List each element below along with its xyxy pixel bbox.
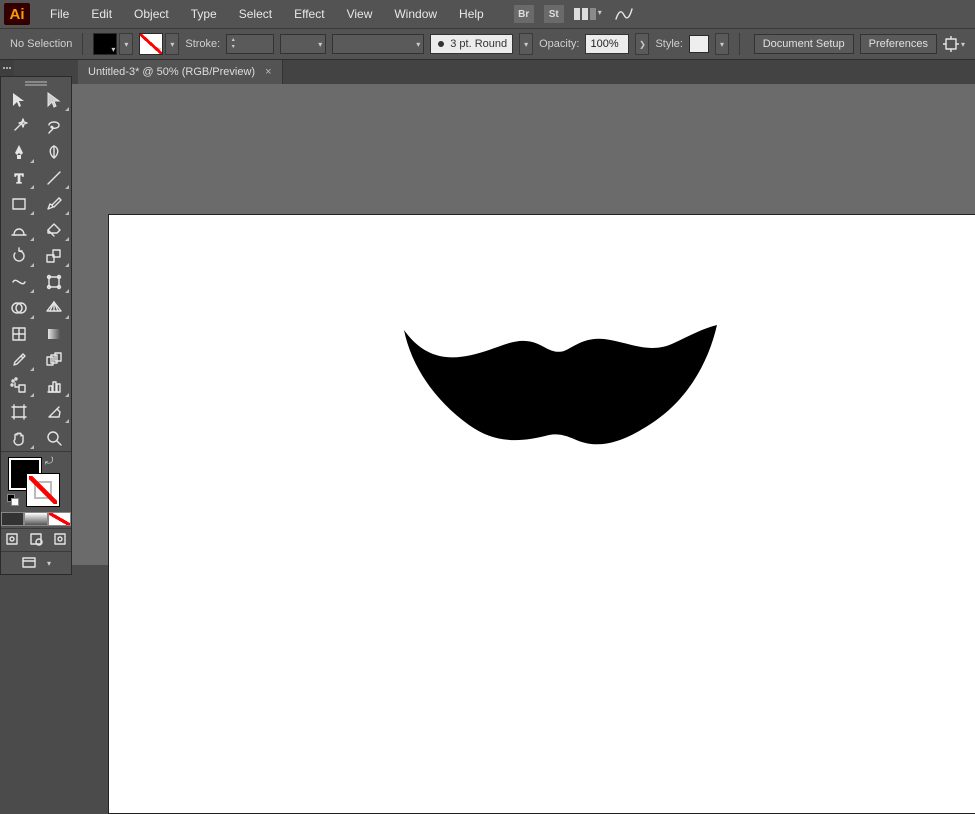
document-tab-bar: Untitled-3* @ 50% (RGB/Preview) ×	[0, 60, 975, 84]
app-icon: Ai	[4, 3, 30, 25]
paintbrush-tool[interactable]	[36, 191, 71, 217]
menu-bar: Ai File Edit Object Type Select Effect V…	[0, 0, 975, 28]
blend-tool[interactable]	[36, 347, 71, 373]
close-icon[interactable]: ×	[265, 66, 271, 78]
lasso-tool[interactable]	[36, 113, 71, 139]
chevron-down-icon: ▾	[47, 559, 51, 568]
gradient-tool[interactable]	[36, 321, 71, 347]
menu-view[interactable]: View	[337, 3, 383, 25]
selection-tool[interactable]	[1, 87, 36, 113]
stroke-color-well[interactable]	[27, 474, 59, 506]
workspace	[0, 84, 975, 565]
stock-button[interactable]: St	[544, 5, 564, 23]
bridge-button[interactable]: Br	[514, 5, 534, 23]
chevron-down-icon: ▾	[961, 40, 965, 49]
menu-edit[interactable]: Edit	[81, 3, 122, 25]
variable-width-profile-dropdown[interactable]: ▾	[280, 34, 326, 54]
chevron-down-icon: ▾	[598, 8, 604, 20]
stroke-label: Stroke:	[185, 38, 220, 50]
perspective-grid-tool[interactable]	[36, 295, 71, 321]
slice-tool[interactable]	[36, 399, 71, 425]
artboard-tool[interactable]	[1, 399, 36, 425]
draw-inside-button[interactable]	[53, 532, 67, 549]
rotate-tool[interactable]	[1, 243, 36, 269]
brush-definition-caret[interactable]: ▾	[519, 33, 533, 55]
color-well[interactable]: ⤾	[1, 452, 71, 510]
fill-swatch-dropdown[interactable]: ▾	[119, 33, 133, 55]
gpu-preview-button[interactable]	[614, 5, 634, 24]
chevron-down-icon: ▾	[111, 45, 115, 54]
stroke-swatch-dropdown[interactable]: ▾	[165, 33, 179, 55]
line-segment-tool[interactable]	[36, 165, 71, 191]
document-setup-button[interactable]: Document Setup	[754, 34, 854, 54]
stepper-icon[interactable]: ▴▾	[227, 37, 239, 51]
graphic-style-dropdown[interactable]: ▾	[715, 33, 729, 55]
rectangle-tool[interactable]	[1, 191, 36, 217]
magic-wand-tool[interactable]	[1, 113, 36, 139]
direct-selection-tool[interactable]	[36, 87, 71, 113]
type-tool[interactable]: T	[1, 165, 36, 191]
style-label: Style:	[655, 38, 683, 50]
symbol-sprayer-tool[interactable]	[1, 373, 36, 399]
menu-window[interactable]: Window	[384, 3, 447, 25]
panel-collapse-grip[interactable]	[0, 60, 14, 76]
column-graph-tool[interactable]	[36, 373, 71, 399]
screen-mode-button[interactable]: ▾	[1, 552, 71, 574]
tools-panel: T ⤾	[0, 76, 72, 575]
brush-definition-label: 3 pt. Round	[450, 38, 507, 50]
stroke-swatch[interactable]: ▾	[139, 33, 163, 55]
menu-file[interactable]: File	[40, 3, 79, 25]
selection-status: No Selection	[10, 38, 72, 50]
document-tab-title: Untitled-3* @ 50% (RGB/Preview)	[88, 66, 255, 78]
color-mode-none[interactable]	[48, 510, 71, 528]
shaper-tool[interactable]	[1, 217, 36, 243]
menu-select[interactable]: Select	[229, 3, 282, 25]
color-mode-gradient[interactable]	[24, 510, 47, 528]
menu-type[interactable]: Type	[181, 3, 227, 25]
chevron-down-icon: ▾	[157, 45, 161, 54]
menu-effect[interactable]: Effect	[284, 3, 334, 25]
pen-tool[interactable]	[1, 139, 36, 165]
scale-tool[interactable]	[36, 243, 71, 269]
draw-normal-button[interactable]	[5, 532, 19, 549]
svg-text:T: T	[14, 172, 23, 187]
menu-object[interactable]: Object	[124, 3, 179, 25]
brush-definition-dropdown[interactable]: 3 pt. Round	[430, 34, 513, 54]
fill-swatch[interactable]: ▾	[93, 33, 117, 55]
menu-help[interactable]: Help	[449, 3, 494, 25]
opacity-dropdown[interactable]: ❯	[635, 33, 649, 55]
stroke-weight-input[interactable]: ▴▾	[226, 34, 274, 54]
align-to-button[interactable]: ▾	[943, 36, 965, 52]
swap-fill-stroke-icon[interactable]: ⤾	[45, 456, 53, 467]
graphic-style-swatch[interactable]	[689, 35, 709, 53]
document-tab[interactable]: Untitled-3* @ 50% (RGB/Preview) ×	[78, 60, 283, 84]
zoom-tool[interactable]	[36, 425, 71, 451]
free-transform-tool[interactable]	[36, 269, 71, 295]
width-tool[interactable]	[1, 269, 36, 295]
control-bar: No Selection ▾ ▾ ▾ ▾ Stroke: ▴▾ ▾ ▾ 3 pt…	[0, 28, 975, 60]
preferences-button[interactable]: Preferences	[860, 34, 937, 54]
opacity-label: Opacity:	[539, 38, 579, 50]
default-fill-stroke-icon[interactable]	[7, 494, 19, 506]
color-mode-row	[1, 510, 71, 528]
eraser-tool[interactable]	[36, 217, 71, 243]
color-mode-solid[interactable]	[1, 510, 24, 528]
brush-definition-dropdown-blank[interactable]: ▾	[332, 34, 424, 54]
hand-tool[interactable]	[1, 425, 36, 451]
mesh-tool[interactable]	[1, 321, 36, 347]
panel-grip[interactable]	[1, 77, 71, 87]
opacity-input[interactable]: 100%	[585, 34, 629, 54]
arrange-documents-button[interactable]: ▾	[574, 8, 604, 20]
eyedropper-tool[interactable]	[1, 347, 36, 373]
artwork-shape[interactable]	[399, 325, 719, 455]
draw-mode-row	[1, 529, 71, 551]
shape-builder-tool[interactable]	[1, 295, 36, 321]
curvature-tool[interactable]	[36, 139, 71, 165]
artboard[interactable]	[108, 214, 975, 814]
draw-behind-button[interactable]	[29, 532, 43, 549]
